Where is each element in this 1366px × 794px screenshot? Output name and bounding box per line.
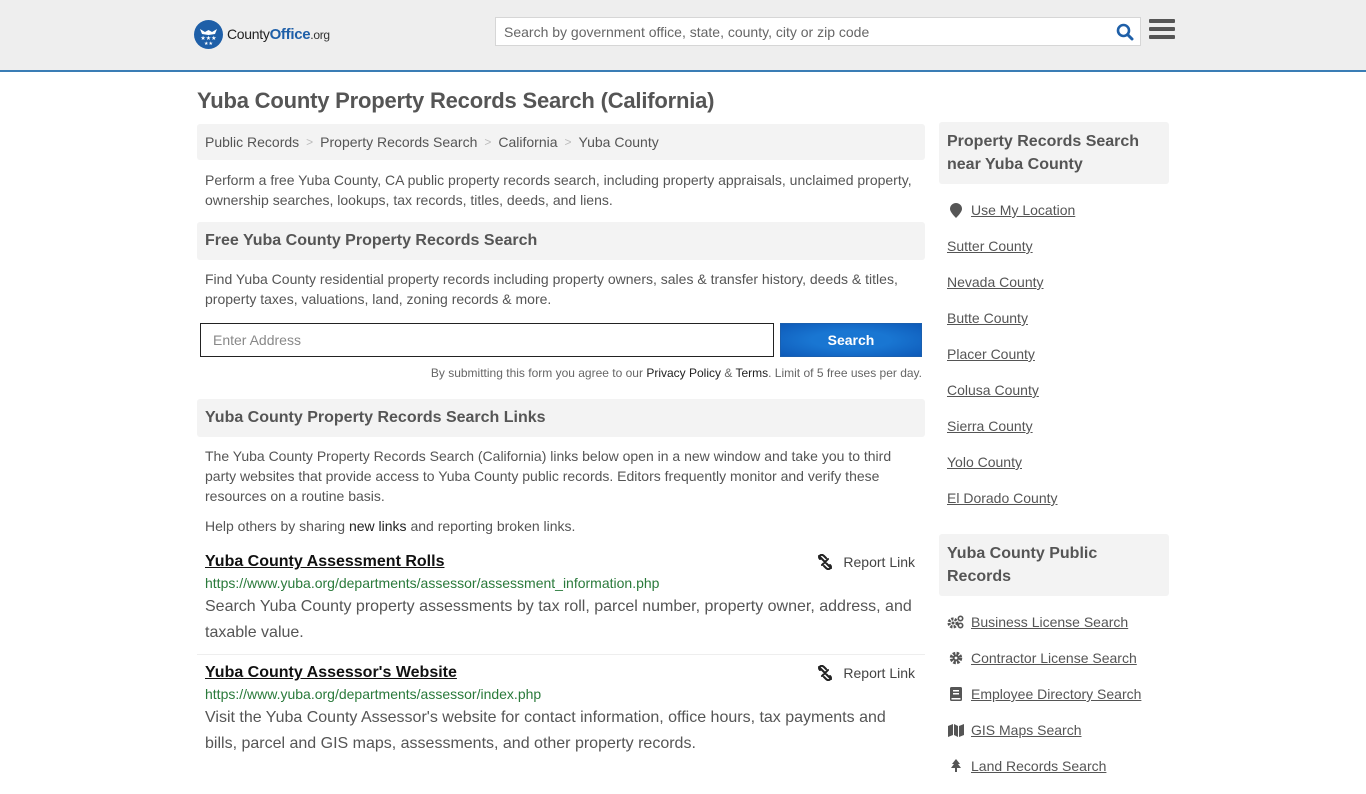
breadcrumb-separator: > [484,135,492,149]
links-list: Yuba County Assessment Rolls Report Link… [197,544,925,765]
link-url: https://www.yuba.org/departments/assesso… [205,575,660,591]
link-description: Search Yuba County property assessments … [205,598,912,641]
breadcrumb-separator: > [564,135,572,149]
main-content: Public Records > Property Records Search… [197,124,925,765]
public-record-item[interactable]: Land Records Search [947,748,1161,784]
link-description: Visit the Yuba County Assessor's website… [205,709,886,752]
nearby-county-item[interactable]: Sierra County [947,408,1161,444]
nearby-county-item[interactable]: El Dorado County [947,480,1161,516]
form-disclaimer: By submitting this form you agree to our… [197,366,925,380]
address-search-button[interactable]: Search [780,323,922,357]
nearby-county-item[interactable]: Nevada County [947,264,1161,300]
nearby-county-item[interactable]: Sutter County [947,228,1161,264]
hamburger-menu-icon[interactable] [1149,19,1175,42]
free-search-description: Find Yuba County residential property re… [205,271,898,307]
report-link-label: Report Link [843,554,915,570]
list-item: Yuba County Assessor's Website Report Li… [197,654,925,765]
sidebar: Property Records Search near Yuba County… [939,122,1169,794]
logo-eagle-icon: ★★★ ★★ [194,20,223,49]
tree-icon [947,759,964,773]
nearby-county-link[interactable]: Butte County [947,310,1028,326]
broken-link-icon [818,665,833,681]
map-marker-icon [947,202,964,218]
public-record-link[interactable]: GIS Maps Search [971,722,1082,738]
page-title: Yuba County Property Records Search (Cal… [197,88,715,113]
nearby-heading: Property Records Search near Yuba County [939,122,1169,184]
cogs-icon [947,615,964,629]
public-record-item[interactable]: GIS Maps Search [947,712,1161,748]
list-item: Yuba County Assessment Rolls Report Link… [197,544,925,654]
link-title[interactable]: Yuba County Assessment Rolls [205,553,444,571]
nearby-county-item[interactable]: Placer County [947,336,1161,372]
public-record-link[interactable]: Land Records Search [971,758,1106,774]
disclaimer-text: By submitting this form you agree to our [430,366,647,380]
site-search-input[interactable] [496,18,1110,45]
broken-link-icon [818,554,833,570]
links-section-heading: Yuba County Property Records Search Link… [197,399,925,437]
report-link-button[interactable]: Report Link [817,665,915,681]
terms-link[interactable]: Terms [735,366,768,380]
link-url: https://www.yuba.org/departments/assesso… [205,686,542,702]
search-icon[interactable] [1110,18,1140,45]
svg-text:★★: ★★ [204,41,213,47]
nearby-county-link[interactable]: Nevada County [947,274,1044,290]
logo-text: CountyOffice.org [227,26,330,43]
address-search-form: Search [200,323,922,357]
nearby-county-link[interactable]: Colusa County [947,382,1039,398]
public-record-item[interactable]: Business License Search [947,604,1161,640]
disclaimer-text: . Limit of 5 free uses per day. [768,366,922,380]
nearby-county-item[interactable]: Butte County [947,300,1161,336]
report-link-button[interactable]: Report Link [817,554,915,570]
free-search-heading: Free Yuba County Property Records Search [197,222,925,260]
public-record-link[interactable]: Business License Search [971,614,1128,630]
privacy-policy-link[interactable]: Privacy Policy [646,366,721,380]
nearby-county-link[interactable]: Sierra County [947,418,1033,434]
public-record-link[interactable]: Employee Directory Search [971,686,1141,702]
site-logo[interactable]: ★★★ ★★ CountyOffice.org [194,20,330,49]
intro-text: Perform a free Yuba County, CA public pr… [205,172,912,208]
report-link-label: Report Link [843,665,915,681]
public-record-item[interactable]: Employee Directory Search [947,676,1161,712]
links-section-description: The Yuba County Property Records Search … [205,448,892,504]
link-title[interactable]: Yuba County Assessor's Website [205,664,457,682]
public-record-link[interactable]: Contractor License Search [971,650,1137,666]
address-input[interactable] [200,323,774,357]
nearby-county-link[interactable]: Yolo County [947,454,1022,470]
book-icon [947,687,964,701]
help-text-prefix: Help others by sharing [205,518,349,534]
breadcrumb-california[interactable]: California [498,134,557,150]
breadcrumb-yuba-county[interactable]: Yuba County [579,134,659,150]
site-header: ★★★ ★★ CountyOffice.org [0,0,1366,72]
breadcrumb-property-records-search[interactable]: Property Records Search [320,134,477,150]
public-records-list: Business License Search Contractor Licen… [939,596,1169,794]
breadcrumb-separator: > [306,135,314,149]
gear-icon [947,651,964,665]
nearby-county-item[interactable]: Colusa County [947,372,1161,408]
use-my-location-link[interactable]: Use My Location [971,202,1075,218]
public-record-item[interactable]: Contractor License Search [947,640,1161,676]
site-search [495,17,1141,46]
help-text-suffix: and reporting broken links. [406,518,576,534]
map-icon [947,723,964,737]
nearby-county-link[interactable]: Placer County [947,346,1035,362]
nearby-county-link[interactable]: Sutter County [947,238,1033,254]
help-text: Help others by sharing new links and rep… [197,506,925,536]
public-records-heading: Yuba County Public Records [939,534,1169,596]
new-links-link[interactable]: new links [349,518,407,534]
breadcrumb-public-records[interactable]: Public Records [205,134,299,150]
disclaimer-text: & [721,366,736,380]
use-my-location-item[interactable]: Use My Location [947,192,1161,228]
nearby-list: Use My Location Sutter County Nevada Cou… [939,184,1169,526]
breadcrumb: Public Records > Property Records Search… [197,124,925,160]
nearby-county-item[interactable]: Yolo County [947,444,1161,480]
nearby-county-link[interactable]: El Dorado County [947,490,1058,506]
